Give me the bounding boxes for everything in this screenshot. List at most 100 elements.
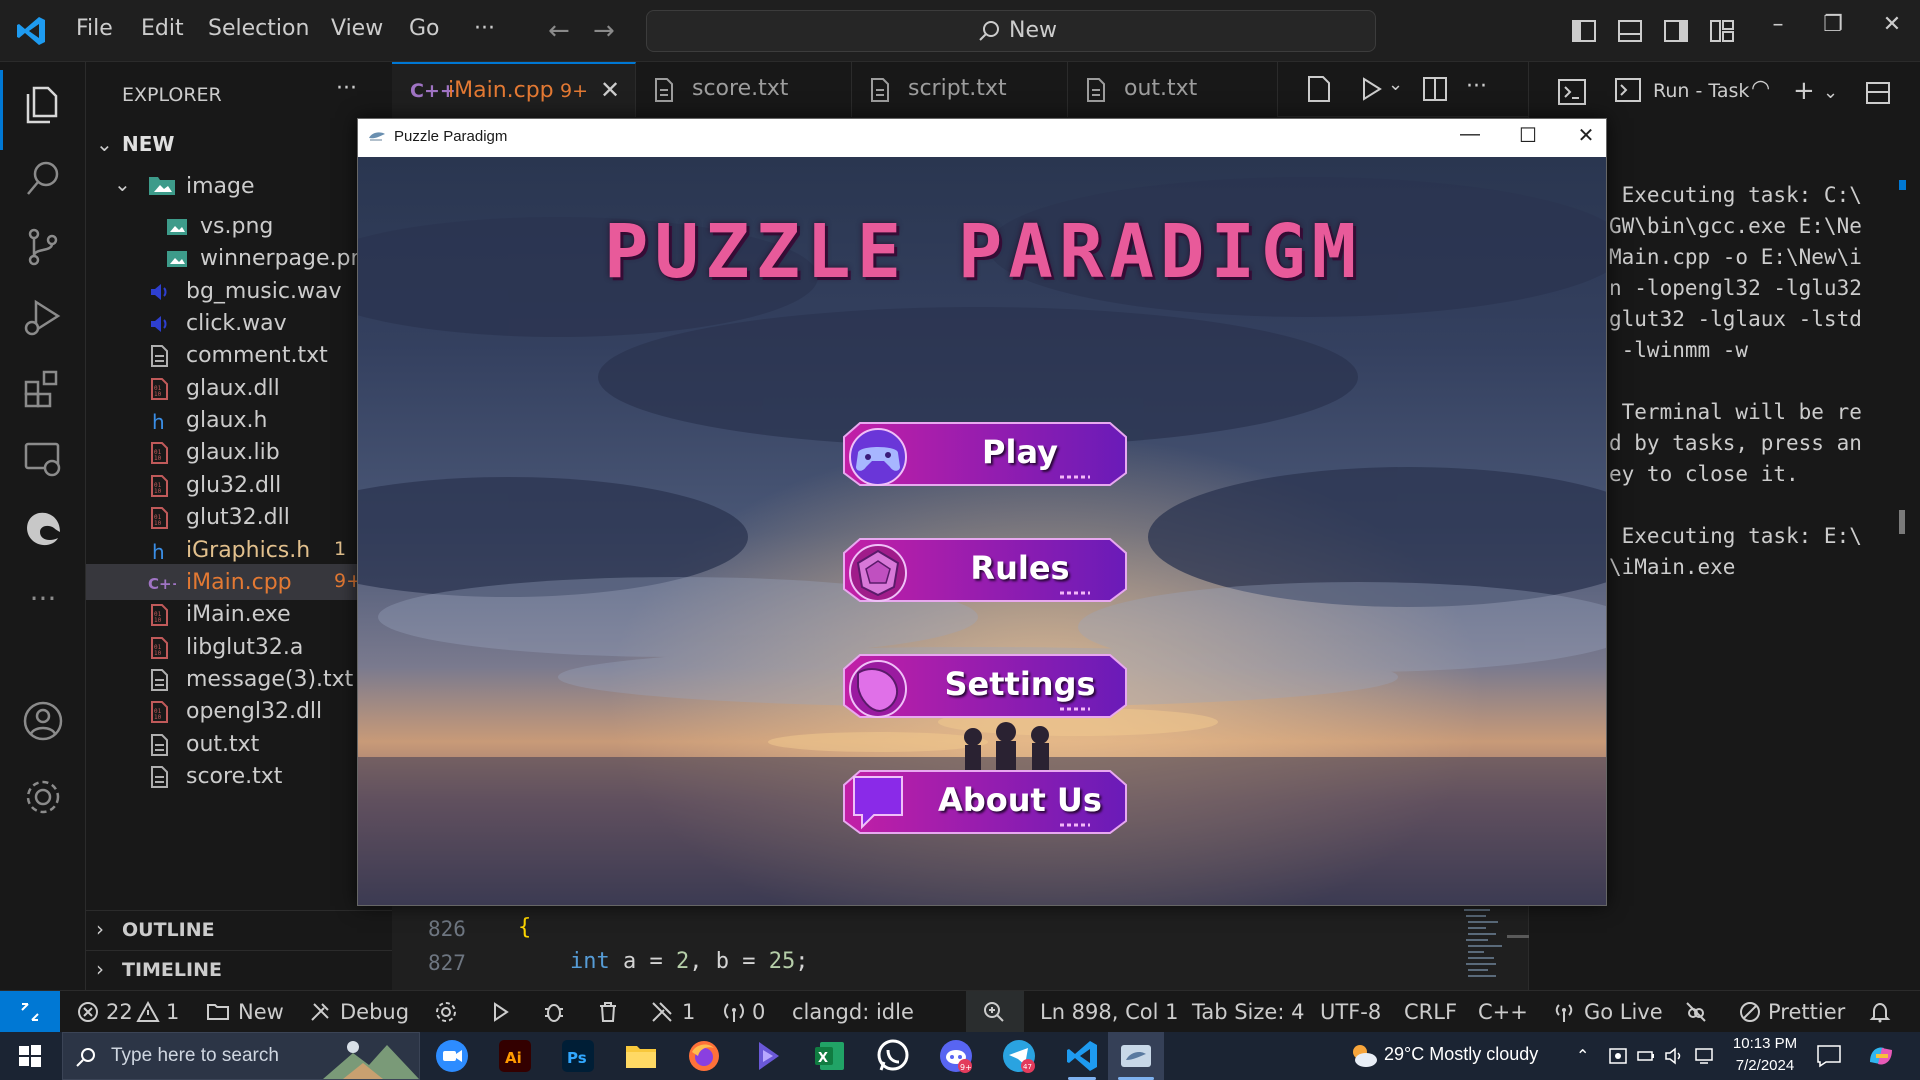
zoom-status-button[interactable] — [966, 991, 1024, 1033]
toggle-secondary-sidebar-icon[interactable] — [1662, 17, 1690, 45]
customize-layout-icon[interactable] — [1708, 17, 1736, 45]
excel-app-icon[interactable]: X — [812, 1038, 848, 1074]
toggle-primary-sidebar-icon[interactable] — [1570, 17, 1598, 45]
menu-file[interactable]: File — [76, 16, 113, 41]
file-row[interactable]: C++iMain.cpp9+ — [86, 564, 392, 600]
folder-row-new[interactable]: ⌄ NEW — [86, 128, 392, 162]
copilot-disabled-icon[interactable] — [1684, 1000, 1708, 1024]
tab-size[interactable]: Tab Size: 4 — [1192, 1000, 1304, 1024]
settings-gear-icon[interactable] — [20, 774, 66, 820]
game-window-titlebar[interactable]: Puzzle Paradigm — ☐ ✕ — [358, 119, 1606, 157]
file-row[interactable]: vs.png — [86, 208, 392, 244]
windows-start-icon[interactable] — [18, 1044, 42, 1068]
tools-count[interactable]: 1 — [682, 1000, 695, 1024]
explorer-icon[interactable] — [20, 82, 66, 128]
file-row[interactable]: winnerpage.png — [86, 240, 392, 276]
workspace-name[interactable]: New — [238, 1000, 284, 1024]
cursor-position[interactable]: Ln 898, Col 1 — [1040, 1000, 1179, 1024]
edge-devtools-icon[interactable] — [20, 506, 66, 552]
file-row[interactable]: 01 10 glaux.lib — [86, 434, 392, 470]
terminal-output[interactable]: Executing task: C:\ GW\bin\gcc.exe E:\Ne… — [1609, 180, 1909, 583]
more-views-icon[interactable]: ··· — [20, 582, 66, 628]
minimap-slider[interactable] — [1507, 935, 1529, 938]
network-icon[interactable] — [1694, 1046, 1714, 1066]
play-button[interactable]: Play — [840, 419, 1130, 489]
warning-count[interactable]: 1 — [166, 1000, 179, 1024]
window-close-button[interactable]: ✕ — [1872, 12, 1912, 37]
tab-score-txt[interactable]: score.txt — [636, 62, 852, 117]
terminal-icon[interactable] — [1557, 78, 1587, 106]
accounts-icon[interactable] — [20, 698, 66, 744]
command-center[interactable]: New — [646, 10, 1376, 52]
warning-icon[interactable] — [136, 1000, 160, 1024]
game-close-button[interactable]: ✕ — [1566, 123, 1606, 153]
photoshop-app-icon[interactable]: Ps — [560, 1038, 596, 1074]
menu-view[interactable]: View — [331, 16, 383, 41]
forward-arrow-icon[interactable]: → — [593, 16, 615, 46]
rules-button[interactable]: Rules — [840, 535, 1130, 605]
file-row[interactable]: h glaux.h — [86, 402, 392, 438]
code-line[interactable]: { — [518, 915, 531, 940]
menu-more[interactable]: ··· — [474, 16, 495, 41]
error-count[interactable]: 22 — [106, 1000, 133, 1024]
chevron-up-icon[interactable]: ⌃ — [1576, 1046, 1596, 1066]
file-encoding[interactable]: UTF-8 — [1320, 1000, 1381, 1024]
copilot-icon[interactable] — [1866, 1042, 1896, 1070]
clock-date[interactable]: 7/2/2024 — [1730, 1057, 1800, 1074]
window-restore-button[interactable]: ❐ — [1813, 12, 1853, 37]
vscode-logo-icon[interactable] — [14, 14, 48, 48]
search-icon[interactable] — [20, 156, 66, 202]
ports-count[interactable]: 0 — [752, 1000, 765, 1024]
run-and-debug-icon[interactable] — [20, 294, 66, 340]
telegram-app-icon[interactable]: 47 — [1001, 1038, 1037, 1074]
weather-partly-cloudy-icon[interactable] — [1348, 1042, 1378, 1070]
tray-app-icon[interactable] — [1608, 1046, 1628, 1066]
file-row[interactable]: 01 10 glu32.dll — [86, 467, 392, 503]
file-row[interactable]: message(3).txt — [86, 661, 392, 697]
settings-button[interactable]: Settings — [840, 651, 1130, 721]
file-row[interactable]: h iGraphics.h 1 — [86, 532, 392, 568]
maximize-panel-icon[interactable] — [1865, 80, 1891, 106]
remote-indicator-button[interactable] — [0, 991, 60, 1033]
code-editor[interactable]: 826 { 827 int a = 2, b = 25; — [392, 905, 1529, 990]
open-preview-icon[interactable] — [1304, 74, 1334, 104]
file-row[interactable]: comment.txt — [86, 337, 392, 373]
menu-edit[interactable]: Edit — [141, 16, 184, 41]
clangd-status[interactable]: clangd: idle — [792, 1000, 914, 1024]
battery-icon[interactable] — [1636, 1046, 1656, 1066]
debug-config[interactable]: Debug — [340, 1000, 409, 1024]
speaker-volume-icon[interactable] — [1664, 1046, 1684, 1066]
source-control-icon[interactable] — [20, 224, 66, 270]
file-row[interactable]: 01 10 opengl32.dll — [86, 693, 392, 729]
discord-app-icon[interactable]: 9+ — [938, 1038, 974, 1074]
debug-tools-icon[interactable] — [308, 1000, 332, 1024]
file-row[interactable]: score.txt — [86, 758, 392, 794]
notifications-bell-icon[interactable] — [1868, 1000, 1892, 1024]
firefox-app-icon[interactable] — [686, 1038, 722, 1074]
explorer-more-actions-icon[interactable]: ··· — [336, 76, 357, 101]
whatsapp-app-icon[interactable] — [875, 1038, 911, 1074]
terminal-scrollbar[interactable] — [1899, 510, 1905, 534]
editor-more-actions-icon[interactable]: ··· — [1466, 74, 1496, 104]
debug-bug-icon[interactable] — [542, 1000, 566, 1024]
build-settings-gear-icon[interactable] — [434, 1000, 458, 1024]
illustrator-app-icon[interactable]: Ai — [497, 1038, 533, 1074]
terminal-task-label[interactable]: Run - Task — [1653, 80, 1749, 102]
about-us-button[interactable]: About Us — [840, 767, 1130, 837]
tab-out-txt[interactable]: out.txt — [1068, 62, 1278, 117]
zoom-app-icon[interactable] — [434, 1038, 470, 1074]
notification-center-icon[interactable] — [1816, 1044, 1842, 1068]
prettier-status[interactable]: Prettier — [1768, 1000, 1845, 1024]
go-live-broadcast-icon[interactable] — [1552, 1000, 1576, 1024]
clean-trash-icon[interactable] — [596, 1000, 620, 1024]
toggle-panel-icon[interactable] — [1616, 17, 1644, 45]
run-code-icon[interactable] — [1356, 74, 1386, 104]
terminal-dropdown-icon[interactable]: ⌄ — [1823, 82, 1838, 103]
tools-icon[interactable] — [650, 1000, 674, 1024]
go-live-button[interactable]: Go Live — [1584, 1000, 1663, 1024]
file-row[interactable]: 01 10 glut32.dll — [86, 499, 392, 535]
back-arrow-icon[interactable]: ← — [548, 16, 570, 46]
remote-explorer-icon[interactable] — [20, 436, 66, 482]
window-minimize-button[interactable]: – — [1758, 12, 1798, 37]
extensions-icon[interactable] — [20, 366, 66, 412]
